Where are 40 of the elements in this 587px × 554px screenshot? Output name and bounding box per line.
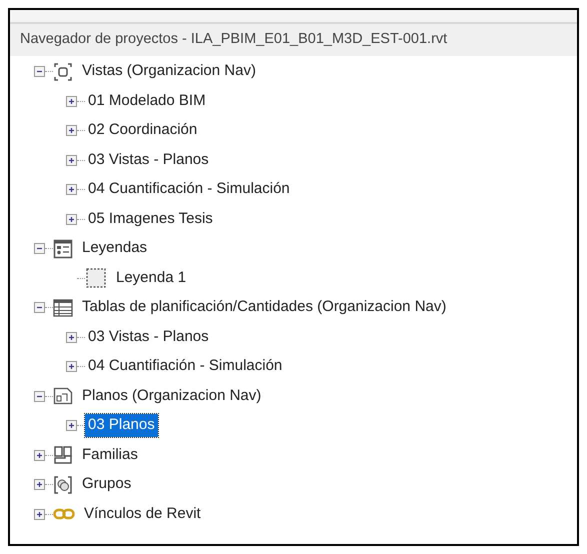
tree-item[interactable]: 03 Planos — [85, 414, 158, 437]
collapse-icon[interactable] — [34, 302, 45, 313]
legend-view-icon — [85, 267, 107, 289]
expand-icon[interactable] — [34, 508, 45, 520]
table-icon — [53, 298, 73, 316]
expand-icon[interactable] — [34, 479, 45, 490]
families-icon — [53, 445, 73, 465]
tree-item[interactable]: Leyendas — [79, 237, 150, 260]
chain-link-icon — [53, 508, 75, 520]
collapse-icon[interactable] — [34, 66, 45, 77]
sheet-icon — [53, 386, 73, 406]
tree-item[interactable]: Planos (Organizacion Nav) — [79, 384, 264, 408]
expand-icon[interactable] — [66, 214, 77, 224]
legend-icon — [53, 238, 73, 258]
expand-icon[interactable] — [66, 332, 77, 342]
expand-icon[interactable] — [66, 96, 77, 106]
tree-item[interactable]: Familias — [79, 444, 141, 466]
panel-title: Navegador de proyectos - ILA_PBIM_E01_B01_M3D_EST-001.rvt — [10, 24, 577, 56]
tree-item[interactable]: Grupos — [79, 473, 134, 496]
tree-item[interactable]: 03 Vistas - Planos — [85, 148, 212, 172]
expand-icon[interactable] — [66, 420, 77, 431]
tree-item[interactable]: Vistas (Organizacion Nav) — [79, 60, 259, 83]
collapse-icon[interactable] — [34, 243, 45, 254]
expand-icon[interactable] — [66, 184, 77, 195]
expand-icon[interactable] — [66, 125, 77, 136]
tree-item[interactable]: 04 Cuantifiación - Simulación — [85, 355, 286, 378]
tree-item[interactable]: Vínculos de Revit — [81, 502, 204, 526]
tree-item[interactable]: Tablas de planificación/Cantidades (Organizacion Nav) — [79, 296, 450, 319]
tree-item[interactable]: 05 Imagenes Tesis — [85, 208, 216, 230]
view-frame-icon — [53, 62, 73, 82]
expand-icon[interactable] — [34, 450, 45, 460]
expand-icon[interactable] — [66, 154, 77, 166]
tree-item[interactable]: 03 Vistas - Planos — [85, 326, 212, 348]
tree-item[interactable]: Leyenda 1 — [113, 266, 190, 290]
tree-item[interactable]: 01 Modelado BIM — [85, 90, 209, 112]
tree-item[interactable]: 02 Coordinación — [85, 119, 200, 142]
group-icon — [53, 474, 73, 494]
expand-icon[interactable] — [66, 361, 77, 372]
tree-item[interactable]: 04 Cuantificación - Simulación — [85, 178, 293, 201]
collapse-icon[interactable] — [34, 390, 45, 402]
